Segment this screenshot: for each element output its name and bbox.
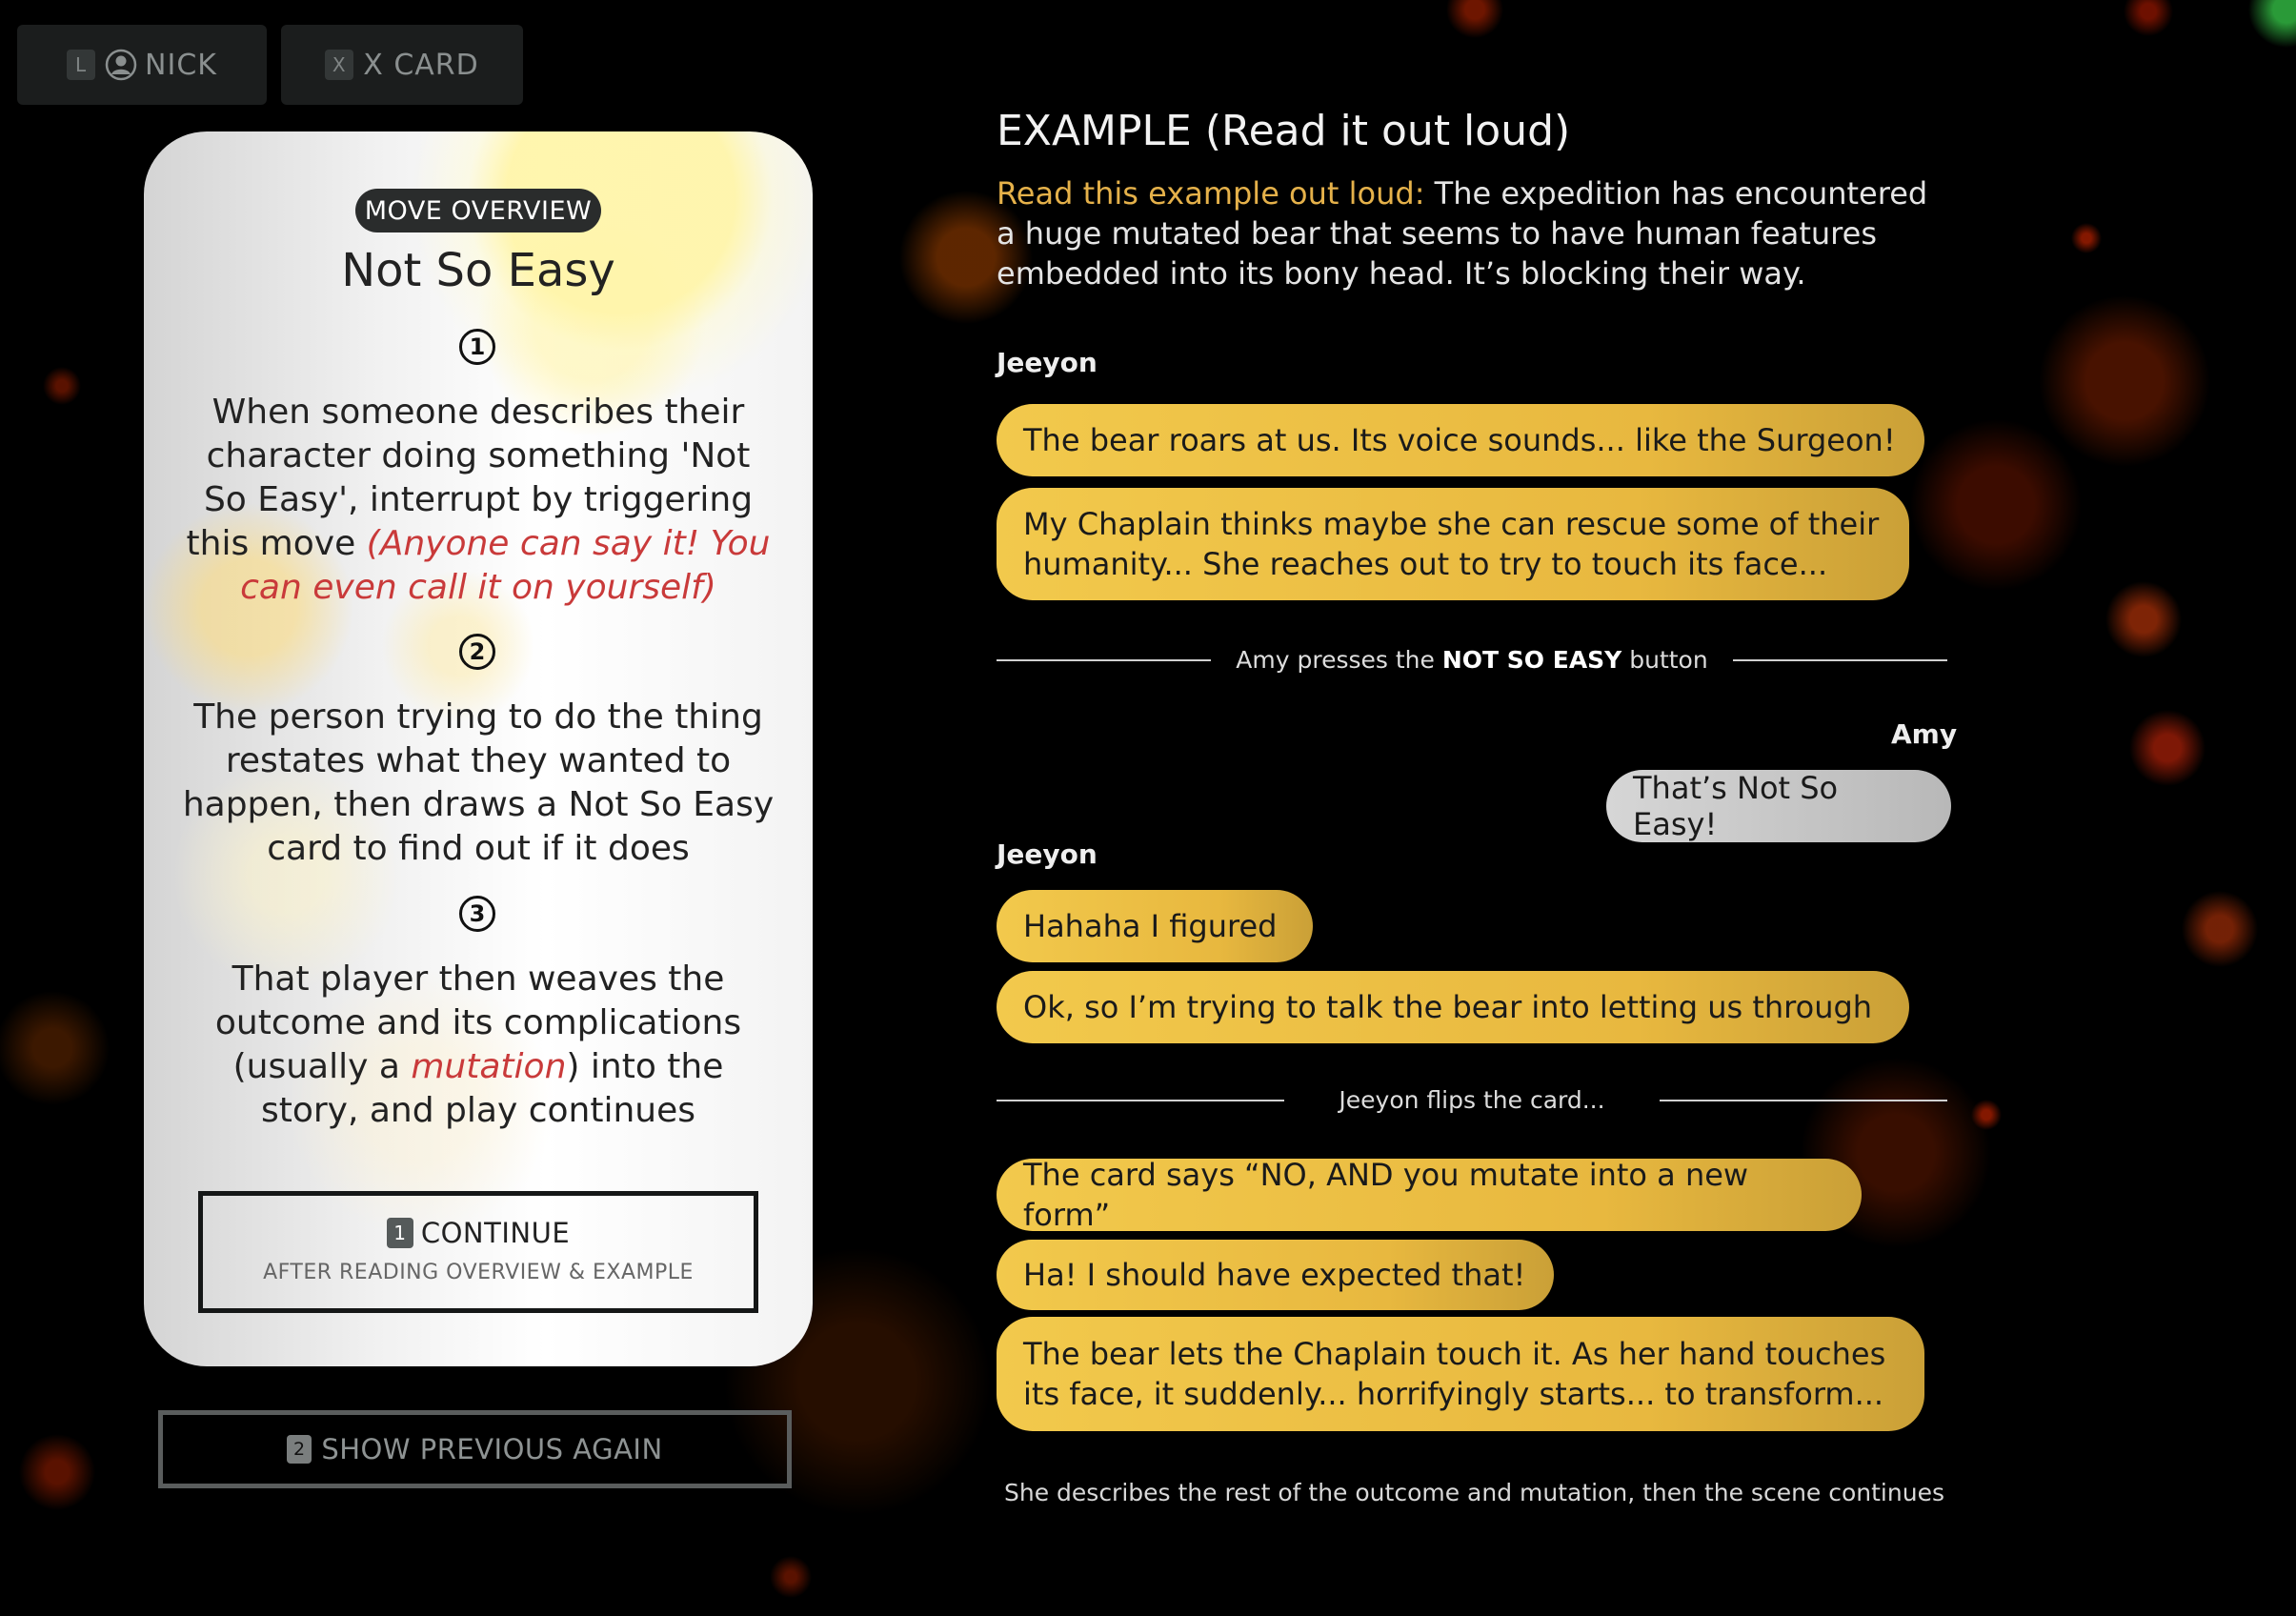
divider-text-end: button (1621, 646, 1708, 674)
divider-line (1660, 1099, 1947, 1101)
key-hint-l: L (67, 50, 96, 80)
step-3-highlight: mutation (411, 1047, 567, 1086)
divider-label: Jeeyon flips the card... (1339, 1086, 1605, 1114)
step-text-2: The person trying to do the thing restat… (182, 697, 775, 868)
divider-card-flip: Jeeyon flips the card... (997, 1086, 1947, 1114)
key-hint-1: 1 (386, 1218, 413, 1248)
divider-bold: NOT SO EASY (1441, 646, 1622, 674)
continue-main: 1 CONTINUE (203, 1217, 754, 1249)
nick-button[interactable]: L NICK (17, 25, 267, 105)
chat-bubble-amy: That’s Not So Easy! (1606, 770, 1951, 842)
chat-bubble: Ha! I should have expected that! (997, 1240, 1554, 1310)
speaker-jeeyon: Jeeyon (997, 838, 1098, 870)
divider-line (1732, 658, 1947, 661)
continue-subtitle: AFTER READING OVERVIEW & EXAMPLE (263, 1261, 694, 1284)
divider-not-so-easy: Amy presses the NOT SO EASY button (997, 646, 1947, 674)
example-intro: Read this example out loud: The expediti… (997, 173, 1930, 293)
chat-bubble: Hahaha I figured (997, 890, 1313, 962)
move-overview-badge: MOVE OVERVIEW (355, 189, 601, 232)
divider-label: Amy presses the NOT SO EASY button (1211, 646, 1732, 674)
x-card-button[interactable]: X X CARD (281, 25, 523, 105)
speaker-jeeyon: Jeeyon (997, 347, 1098, 378)
example-intro-lead: Read this example out loud: (997, 175, 1425, 212)
divider-line (997, 1099, 1284, 1101)
show-previous-button[interactable]: 2 SHOW PREVIOUS AGAIN (158, 1410, 792, 1488)
continue-button[interactable]: 1 CONTINUE AFTER READING OVERVIEW & EXAM… (198, 1191, 758, 1313)
app-screen: L NICK X X CARD MOVE OVERVIEW Not So Eas… (0, 0, 2296, 1616)
step-number-3: 3 (459, 896, 495, 932)
key-hint-x: X (325, 50, 354, 80)
chat-bubble: The bear roars at us. Its voice sounds..… (997, 404, 1924, 476)
key-hint-2: 2 (287, 1435, 312, 1464)
nick-label: NICK (145, 48, 217, 82)
chat-bubble: The card says “NO, AND you mutate into a… (997, 1157, 1862, 1233)
move-title: Not So Easy (341, 244, 615, 297)
divider-text: Amy presses the (1236, 646, 1442, 674)
example-title: EXAMPLE (Read it out loud) (997, 107, 1571, 155)
speaker-amy: Amy (1891, 718, 1958, 750)
divider-line (997, 658, 1212, 661)
chat-bubble: Ok, so I’m trying to talk the bear into … (997, 971, 1909, 1043)
example-footer: She describes the rest of the outcome an… (1004, 1479, 1944, 1506)
move-overview-card: MOVE OVERVIEW Not So Easy 1 When someone… (144, 131, 813, 1366)
show-previous-label: SHOW PREVIOUS AGAIN (321, 1433, 663, 1465)
continue-label: CONTINUE (420, 1217, 571, 1249)
step-text-1: When someone describes their character d… (182, 391, 775, 610)
step-number-1: 1 (459, 329, 495, 365)
step-text-3: That player then weaves the outcome and … (182, 958, 775, 1133)
user-icon (105, 49, 137, 81)
chat-bubble: My Chaplain thinks maybe she can rescue … (997, 488, 1909, 600)
x-card-label: X CARD (363, 48, 479, 82)
step-number-2: 2 (459, 634, 495, 670)
chat-bubble: The bear lets the Chaplain touch it. As … (997, 1317, 1924, 1431)
